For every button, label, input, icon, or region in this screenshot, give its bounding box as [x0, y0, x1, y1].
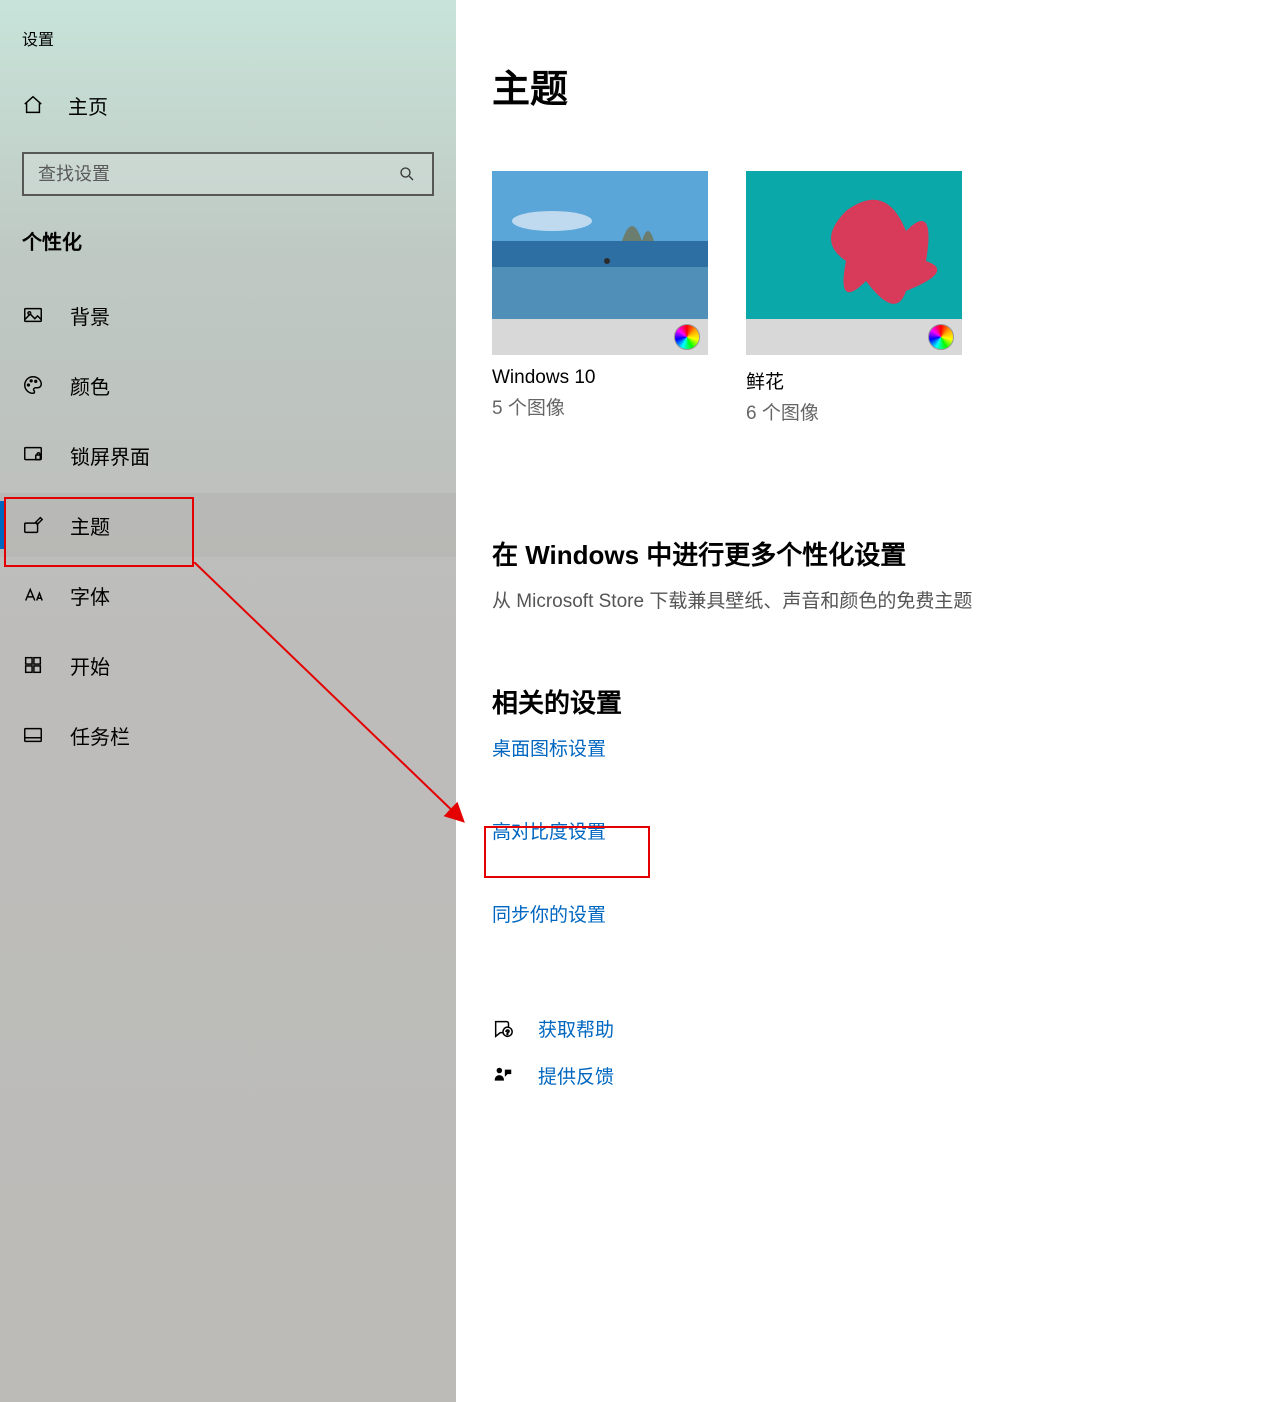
sidebar-item-start[interactable]: 开始 [0, 633, 456, 697]
get-help-label: 获取帮助 [538, 1015, 614, 1042]
font-icon [22, 584, 44, 606]
sidebar-item-colors[interactable]: 颜色 [0, 353, 456, 417]
sidebar-item-label: 锁屏界面 [70, 441, 150, 470]
sidebar-item-label: 颜色 [70, 371, 110, 400]
taskbar-icon [22, 724, 44, 746]
sidebar-item-lockscreen[interactable]: 锁屏界面 [0, 423, 456, 487]
home-icon [22, 94, 44, 116]
link-high-contrast[interactable]: 高对比度设置 [492, 817, 606, 844]
main-content: 主题 Windows 10 5 个图像 [456, 0, 1266, 1402]
sidebar-item-label: 主题 [70, 511, 110, 540]
color-wheel-icon [928, 324, 954, 350]
search-icon [396, 163, 418, 185]
sidebar-item-label: 任务栏 [70, 721, 130, 750]
theme-name: 鲜花 [746, 367, 962, 394]
theme-thumb [746, 171, 962, 355]
svg-text:?: ? [506, 1029, 510, 1036]
feedback-icon [492, 1065, 514, 1087]
theme-card-windows10[interactable]: Windows 10 5 个图像 [492, 171, 708, 425]
theme-count: 6 个图像 [746, 398, 962, 425]
feedback-label: 提供反馈 [538, 1062, 614, 1089]
more-settings-title: 在 Windows 中进行更多个性化设置 [492, 535, 1266, 572]
palette-icon [22, 374, 44, 396]
link-sync-settings[interactable]: 同步你的设置 [492, 900, 606, 927]
sidebar-item-background[interactable]: 背景 [0, 283, 456, 347]
sidebar-item-taskbar[interactable]: 任务栏 [0, 703, 456, 767]
more-settings-desc: 从 Microsoft Store 下载兼具壁纸、声音和颜色的免费主题 [492, 586, 1266, 613]
start-icon [22, 654, 44, 676]
theme-card-flowers[interactable]: 鲜花 6 个图像 [746, 171, 962, 425]
related-settings-title: 相关的设置 [492, 683, 1266, 720]
sidebar-item-fonts[interactable]: 字体 [0, 563, 456, 627]
theme-icon [22, 514, 44, 536]
theme-thumb-footer [492, 319, 708, 355]
theme-thumb-footer [746, 319, 962, 355]
color-wheel-icon [674, 324, 700, 350]
lock-screen-icon [22, 444, 44, 466]
section-header: 个性化 [0, 226, 456, 255]
theme-row: Windows 10 5 个图像 鲜花 6 个图像 [492, 171, 1266, 425]
sidebar-item-label: 字体 [70, 581, 110, 610]
search-input[interactable] [38, 164, 396, 185]
app-title: 设置 [0, 18, 456, 76]
theme-thumb [492, 171, 708, 355]
image-icon [22, 304, 44, 326]
sidebar-item-label: 开始 [70, 651, 110, 680]
page-title: 主题 [492, 58, 1266, 113]
sidebar: 设置 主页 个性化 背景 颜色 [0, 0, 456, 1402]
sidebar-item-themes[interactable]: 主题 [0, 493, 456, 557]
search-box[interactable] [22, 152, 434, 196]
get-help-link[interactable]: ? 获取帮助 [492, 1015, 1266, 1042]
help-icon: ? [492, 1018, 514, 1040]
home-label: 主页 [68, 91, 108, 120]
feedback-link[interactable]: 提供反馈 [492, 1062, 1266, 1089]
theme-name: Windows 10 [492, 367, 708, 389]
link-desktop-icon-settings[interactable]: 桌面图标设置 [492, 734, 606, 761]
theme-count: 5 个图像 [492, 393, 708, 420]
home-link[interactable]: 主页 [0, 76, 456, 134]
sidebar-item-label: 背景 [70, 301, 110, 330]
